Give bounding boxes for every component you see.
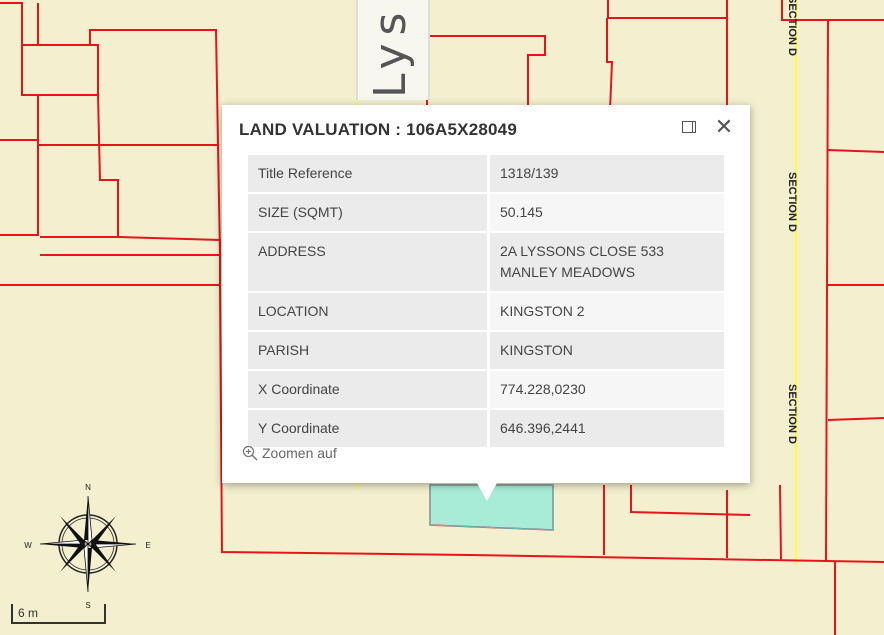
attribute-table: Title Reference 1318/139 SIZE (SQMT) 50.… [248,153,724,449]
zoom-in-icon [242,445,258,461]
attribute-key: Y Coordinate [248,410,487,447]
table-row: ADDRESS 2A LYSSONS CLOSE 533 MANLEY MEAD… [248,233,724,291]
popup-title: LAND VALUATION : 106A5X28049 [239,120,517,139]
compass-east-label: E [145,541,150,550]
attribute-value: KINGSTON [487,332,724,369]
table-row: Y Coordinate 646.396,2441 [248,410,724,447]
attribute-key: Title Reference [248,155,487,192]
attribute-value: 2A LYSSONS CLOSE 533 MANLEY MEADOWS [487,233,724,291]
feature-popup: LAND VALUATION : 106A5X28049 ✕ Title Ref… [222,105,750,483]
attribute-key: ADDRESS [248,233,487,291]
zoom-to-label: Zoomen auf [262,445,337,461]
attribute-value: 50.145 [487,194,724,231]
attribute-key: LOCATION [248,293,487,330]
popup-pointer [477,483,497,501]
section-label: SECTION D [786,384,798,444]
street-label: Lys [365,4,416,98]
table-row: PARISH KINGSTON [248,332,724,369]
attribute-value: 1318/139 [487,155,724,192]
table-row: X Coordinate 774.228,0230 [248,371,724,408]
section-label: SECTION D [786,172,798,232]
compass-north-label: N [85,483,91,492]
compass-rose-icon: N S E W [24,483,150,610]
section-label: SECTION D [786,0,798,56]
attribute-key: PARISH [248,332,487,369]
attribute-value: 646.396,2441 [487,410,724,447]
scale-label: 6 m [18,606,39,620]
zoom-to-link[interactable]: Zoomen auf [242,445,337,461]
table-row: LOCATION KINGSTON 2 [248,293,724,330]
attribute-value: KINGSTON 2 [487,293,724,330]
dock-icon[interactable] [682,121,696,133]
attribute-key: X Coordinate [248,371,487,408]
table-row: Title Reference 1318/139 [248,155,724,192]
compass-west-label: W [24,541,32,550]
close-icon[interactable]: ✕ [714,116,734,138]
attribute-value: 774.228,0230 [487,371,724,408]
table-row: SIZE (SQMT) 50.145 [248,194,724,231]
attribute-key: SIZE (SQMT) [248,194,487,231]
